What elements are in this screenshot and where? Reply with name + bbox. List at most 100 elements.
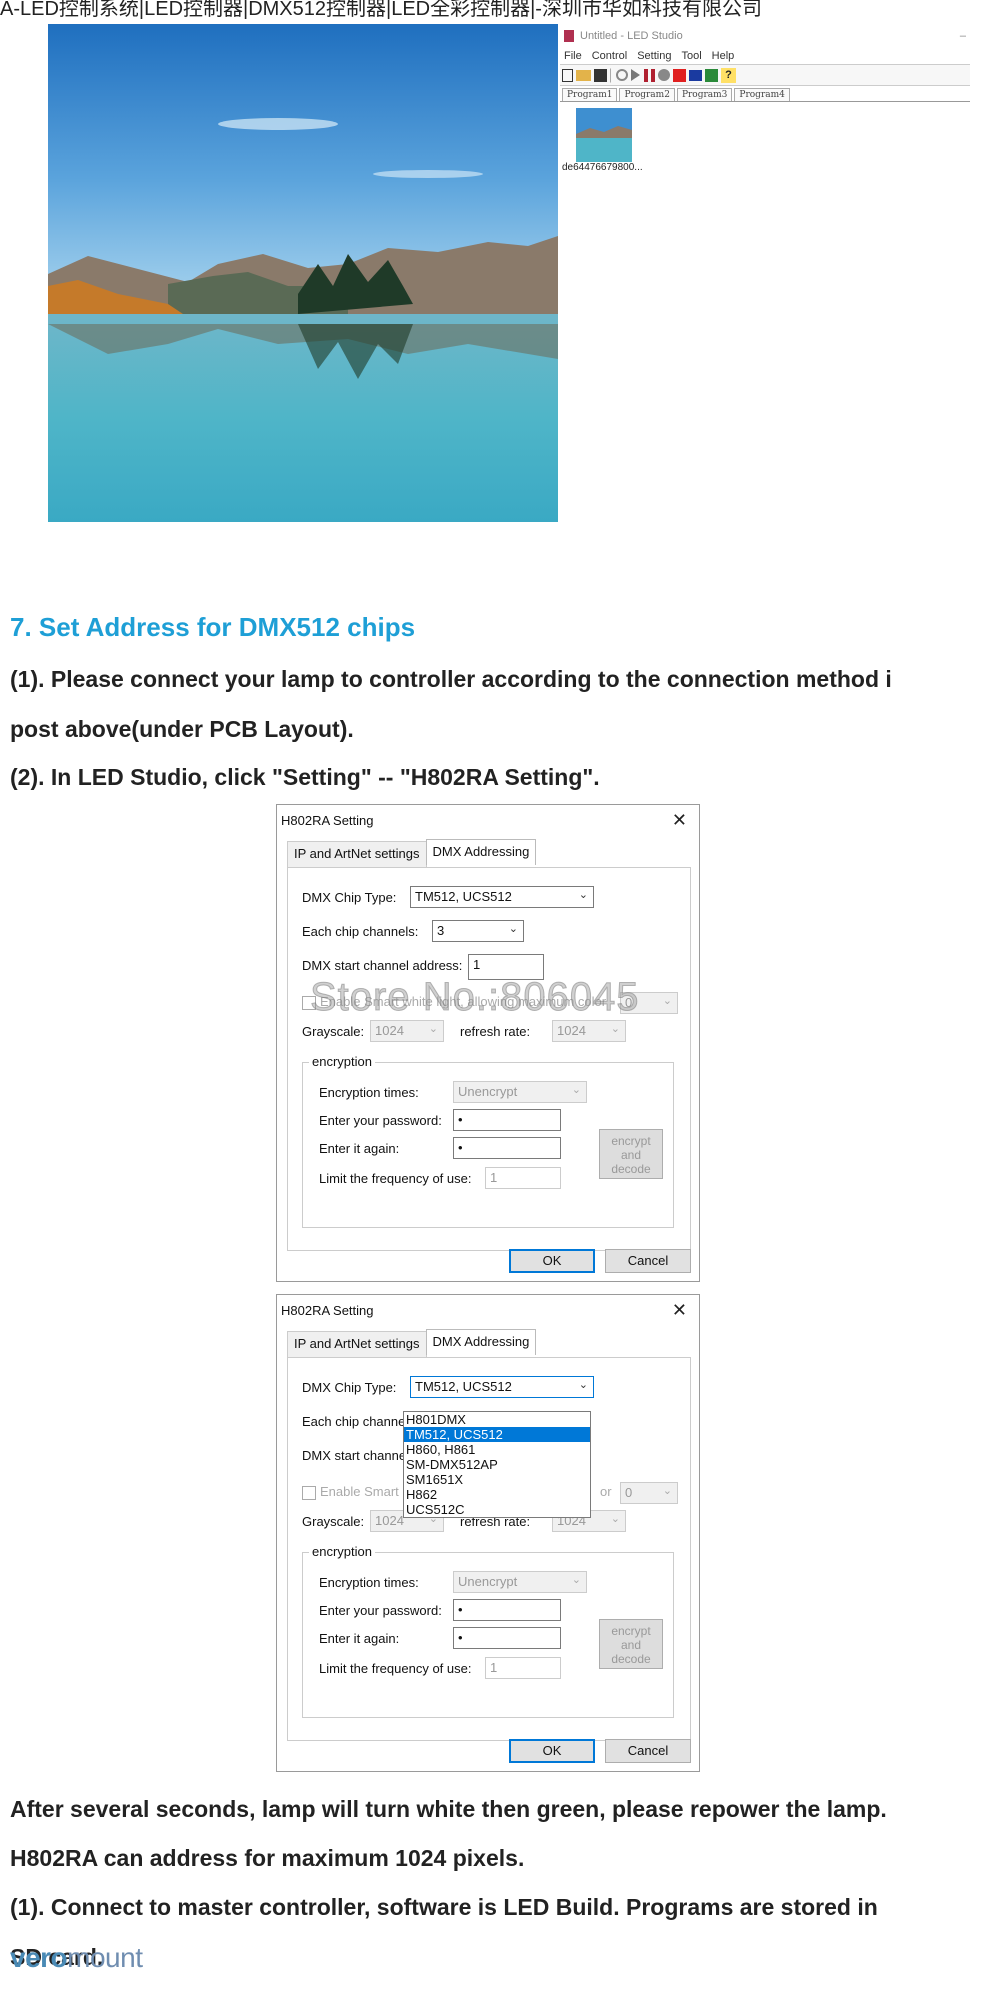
- menu-setting[interactable]: Setting: [637, 50, 671, 62]
- chevron-down-icon: ⌄: [571, 1574, 581, 1586]
- chevron-down-icon: ⌄: [578, 889, 588, 901]
- chevron-down-icon: ⌄: [662, 1485, 672, 1497]
- limit-frequency-input[interactable]: 1: [485, 1167, 561, 1189]
- start-address-input[interactable]: 1: [468, 954, 544, 980]
- menu-control[interactable]: Control: [592, 50, 627, 62]
- grayscale-select[interactable]: 1024 ⌄: [370, 1020, 444, 1042]
- cancel-button[interactable]: Cancel: [605, 1249, 691, 1273]
- dropdown-option-ucs512c[interactable]: UCS512C: [404, 1502, 590, 1517]
- encryption-times-value: Unencrypt: [458, 1084, 518, 1099]
- ok-button[interactable]: OK: [509, 1249, 595, 1273]
- chip-type-label: DMX Chip Type:: [302, 890, 397, 905]
- channels-value: 3: [437, 923, 445, 938]
- max-color-value: 0: [625, 995, 633, 1010]
- program-thumbnail[interactable]: [576, 108, 632, 162]
- start-address-label: DMX start channe: [302, 1448, 407, 1463]
- encryption-group: encryption Encryption times: Unencrypt ⌄ …: [302, 1544, 674, 1718]
- play-icon[interactable]: [631, 69, 641, 81]
- logo-part-vero: vero: [10, 1942, 68, 1973]
- pause-icon[interactable]: [644, 68, 655, 82]
- dropdown-option-h862[interactable]: H862: [404, 1487, 590, 1502]
- tab-program1[interactable]: Program1: [562, 88, 618, 101]
- thumbnail-filename: de64476679800...: [562, 162, 643, 173]
- smart-white-label: Enable Smart: [320, 1484, 399, 1499]
- record-icon[interactable]: [658, 69, 670, 81]
- confirm-password-input[interactable]: •: [453, 1137, 561, 1159]
- new-file-icon[interactable]: [562, 68, 573, 82]
- dropdown-option-h801dmx[interactable]: H801DMX: [404, 1412, 590, 1427]
- chip-type-dropdown-list: H801DMX TM512, UCS512 H860, H861 SM-DMX5…: [403, 1411, 591, 1518]
- help-icon[interactable]: ?: [721, 67, 736, 83]
- max-color-select[interactable]: 0 ⌄: [620, 1482, 678, 1504]
- close-icon[interactable]: ✕: [672, 810, 687, 831]
- screen-icon[interactable]: [689, 69, 702, 81]
- minimize-icon[interactable]: –: [960, 30, 966, 42]
- confirm-password-label: Enter it again:: [319, 1631, 400, 1646]
- chip-type-select[interactable]: TM512, UCS512 ⌄: [410, 886, 594, 908]
- max-color-value: 0: [625, 1485, 633, 1500]
- close-icon[interactable]: ✕: [672, 1300, 687, 1321]
- smart-white-checkbox[interactable]: [302, 1486, 316, 1500]
- open-folder-icon[interactable]: [576, 69, 591, 81]
- veromount-logo: veromount: [10, 1942, 143, 1974]
- section-heading: 7. Set Address for DMX512 chips: [10, 612, 416, 642]
- channels-select[interactable]: 3 ⌄: [432, 920, 524, 942]
- paragraph-repower-lamp: After several seconds, lamp will turn wh…: [10, 1796, 887, 1822]
- paragraph-max-pixels: H802RA can address for maximum 1024 pixe…: [10, 1845, 525, 1871]
- password-input[interactable]: •: [453, 1109, 561, 1131]
- tab-ip-artnet[interactable]: IP and ArtNet settings: [287, 841, 427, 867]
- password-label: Enter your password:: [319, 1603, 442, 1618]
- studio-toolbar: ?: [560, 64, 970, 86]
- tab-dmx-addressing[interactable]: DMX Addressing: [425, 1329, 537, 1355]
- program-tabs: Program1 Program2 Program3 Program4: [560, 86, 970, 102]
- grayscale-value: 1024: [375, 1513, 404, 1528]
- paragraph-connect-lamp-2: post above(under PCB Layout).: [10, 716, 354, 742]
- encryption-times-select[interactable]: Unencrypt ⌄: [453, 1081, 587, 1103]
- cancel-button[interactable]: Cancel: [605, 1739, 691, 1763]
- stop-icon[interactable]: [673, 68, 686, 82]
- chevron-down-icon: ⌄: [610, 1023, 620, 1035]
- chevron-down-icon: ⌄: [662, 995, 672, 1007]
- grayscale-value: 1024: [375, 1023, 404, 1038]
- encryption-times-select[interactable]: Unencrypt ⌄: [453, 1571, 587, 1593]
- confirm-password-input[interactable]: •: [453, 1627, 561, 1649]
- dropdown-option-h860-h861[interactable]: H860, H861: [404, 1442, 590, 1457]
- ok-button[interactable]: OK: [509, 1739, 595, 1763]
- dialog-titlebar: H802RA Setting ✕: [277, 805, 699, 835]
- tab-ip-artnet[interactable]: IP and ArtNet settings: [287, 1331, 427, 1357]
- password-input[interactable]: •: [453, 1599, 561, 1621]
- landscape-image: [48, 24, 558, 522]
- smart-white-label: Enable Smart white light, allowing maxim…: [320, 994, 607, 1009]
- search-icon[interactable]: [616, 69, 628, 81]
- limit-frequency-input[interactable]: 1: [485, 1657, 561, 1679]
- dialog-tabs: IP and ArtNet settings DMX Addressing: [287, 839, 537, 867]
- dropdown-option-tm512-ucs512[interactable]: TM512, UCS512: [404, 1427, 590, 1442]
- encrypt-decode-button[interactable]: encrypt and decode: [599, 1619, 663, 1669]
- smart-white-checkbox[interactable]: [302, 996, 316, 1010]
- dropdown-option-sm1651x[interactable]: SM1651X: [404, 1472, 590, 1487]
- studio-title: Untitled - LED Studio: [580, 30, 683, 42]
- paragraph-connect-lamp-1: (1). Please connect your lamp to control…: [10, 666, 892, 692]
- send-icon[interactable]: [705, 68, 718, 82]
- tab-program4[interactable]: Program4: [734, 88, 790, 101]
- menu-help[interactable]: Help: [712, 50, 735, 62]
- menu-file[interactable]: File: [564, 50, 582, 62]
- menu-tool[interactable]: Tool: [681, 50, 701, 62]
- dropdown-option-sm-dmx512ap[interactable]: SM-DMX512AP: [404, 1457, 590, 1472]
- refresh-rate-label: refresh rate:: [460, 1024, 531, 1039]
- encrypt-decode-button[interactable]: encrypt and decode: [599, 1129, 663, 1179]
- tab-program2[interactable]: Program2: [619, 88, 675, 101]
- channels-label: Each chip channe: [302, 1414, 406, 1429]
- encryption-times-value: Unencrypt: [458, 1574, 518, 1589]
- refresh-rate-select[interactable]: 1024 ⌄: [552, 1020, 626, 1042]
- paragraph-click-setting: (2). In LED Studio, click "Setting" -- "…: [10, 764, 600, 790]
- max-color-select[interactable]: 0 ⌄: [620, 992, 678, 1014]
- chevron-down-icon: ⌄: [571, 1084, 581, 1096]
- chip-type-select[interactable]: TM512, UCS512 ⌄: [410, 1376, 594, 1398]
- save-icon[interactable]: [594, 68, 607, 82]
- chip-type-label: DMX Chip Type:: [302, 1380, 397, 1395]
- dialog-titlebar: H802RA Setting ✕: [277, 1295, 699, 1325]
- tab-dmx-addressing[interactable]: DMX Addressing: [425, 839, 537, 865]
- studio-menubar: File Control Setting Tool Help: [560, 48, 970, 64]
- tab-program3[interactable]: Program3: [676, 88, 733, 101]
